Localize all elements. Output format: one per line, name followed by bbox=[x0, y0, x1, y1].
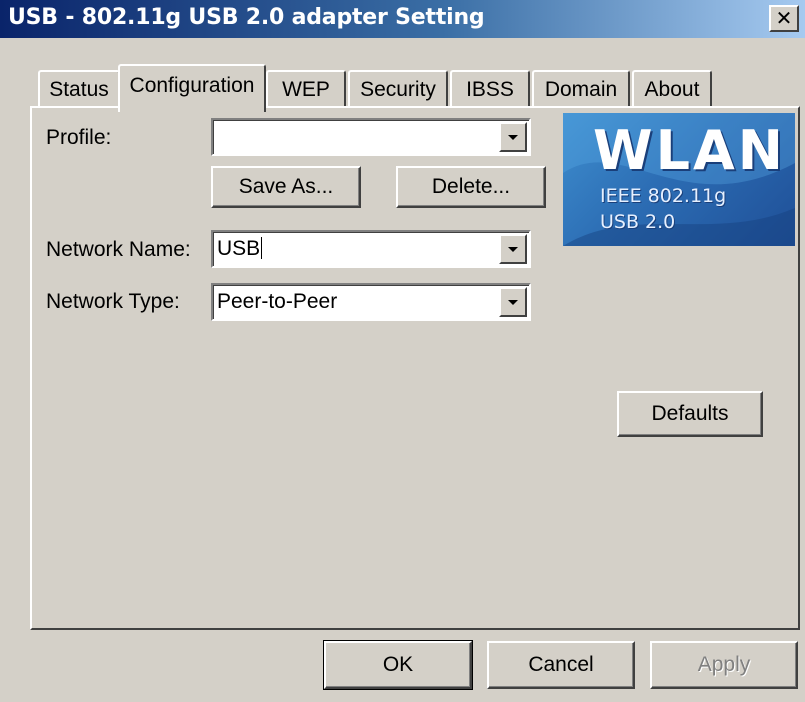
tab-about[interactable]: About bbox=[632, 70, 712, 110]
defaults-label: Defaults bbox=[651, 402, 729, 425]
tab-wep[interactable]: WEP bbox=[266, 70, 346, 110]
logo-title: WLAN bbox=[593, 119, 786, 182]
network-name-text: USB bbox=[217, 237, 261, 260]
save-as-button[interactable]: Save As... bbox=[211, 166, 361, 208]
tab-label: About bbox=[644, 78, 700, 101]
tab-ibss[interactable]: IBSS bbox=[450, 70, 530, 110]
window-title: USB - 802.11g USB 2.0 adapter Setting bbox=[8, 5, 485, 30]
chevron-down-icon[interactable] bbox=[499, 287, 527, 317]
defaults-button[interactable]: Defaults bbox=[617, 391, 763, 437]
cancel-label: Cancel bbox=[528, 653, 594, 676]
apply-button[interactable]: Apply bbox=[650, 641, 798, 689]
tab-domain[interactable]: Domain bbox=[532, 70, 630, 110]
close-button[interactable]: ✕ bbox=[769, 5, 799, 32]
network-type-label: Network Type: bbox=[46, 290, 180, 313]
tab-status[interactable]: Status bbox=[38, 70, 120, 110]
delete-button[interactable]: Delete... bbox=[396, 166, 546, 208]
cancel-button[interactable]: Cancel bbox=[487, 641, 635, 689]
save-as-label: Save As... bbox=[238, 175, 334, 198]
network-type-value: Peer-to-Peer bbox=[217, 290, 338, 313]
text-caret bbox=[261, 237, 263, 259]
tab-label: IBSS bbox=[466, 78, 514, 101]
tab-configuration[interactable]: Configuration bbox=[118, 64, 266, 112]
chevron-down-icon[interactable] bbox=[499, 122, 527, 152]
tab-label: Security bbox=[360, 78, 436, 101]
title-bar: USB - 802.11g USB 2.0 adapter Setting ✕ bbox=[0, 0, 805, 38]
network-type-combo[interactable]: Peer-to-Peer bbox=[211, 283, 531, 321]
logo-line1: IEEE 802.11g bbox=[600, 185, 727, 207]
apply-label: Apply bbox=[697, 653, 751, 676]
tab-label: Domain bbox=[544, 78, 618, 101]
settings-dialog: USB - 802.11g USB 2.0 adapter Setting ✕ … bbox=[0, 0, 805, 702]
profile-label: Profile: bbox=[46, 126, 112, 149]
wlan-logo: WLAN IEEE 802.11g USB 2.0 bbox=[563, 113, 795, 246]
tab-label: Configuration bbox=[129, 74, 255, 97]
tab-label: WEP bbox=[282, 78, 330, 101]
network-name-combo[interactable]: USB bbox=[211, 230, 531, 268]
profile-combo[interactable] bbox=[211, 118, 531, 156]
tab-security[interactable]: Security bbox=[348, 70, 448, 110]
chevron-down-icon[interactable] bbox=[499, 234, 527, 264]
logo-line2: USB 2.0 bbox=[600, 211, 676, 233]
delete-label: Delete... bbox=[431, 175, 511, 198]
ok-label: OK bbox=[382, 653, 414, 676]
network-name-label: Network Name: bbox=[46, 238, 191, 261]
close-icon: ✕ bbox=[775, 7, 793, 30]
ok-button[interactable]: OK bbox=[323, 640, 473, 690]
tab-label: Status bbox=[49, 78, 109, 101]
network-name-value: USB bbox=[217, 237, 263, 261]
